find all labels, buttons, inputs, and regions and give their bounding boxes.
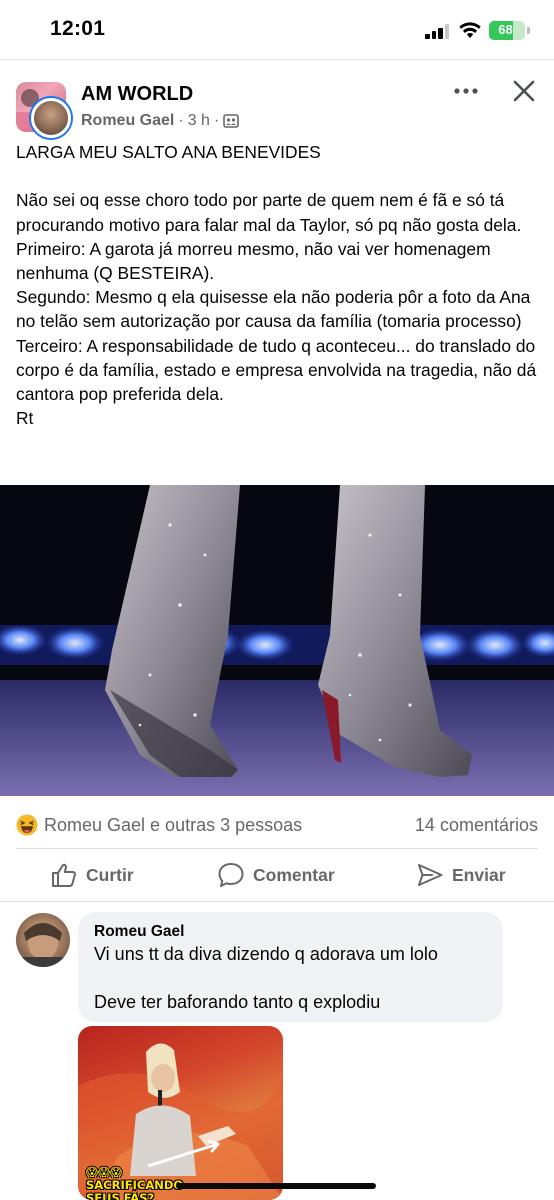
reactions-row: Romeu Gael e outras 3 pessoas 14 comentá… bbox=[16, 811, 538, 839]
like-label: Curtir bbox=[86, 864, 134, 885]
send-icon bbox=[418, 864, 443, 886]
send-label: Enviar bbox=[452, 864, 506, 885]
send-button[interactable]: Enviar bbox=[416, 860, 506, 890]
post-time[interactable]: 3 h bbox=[188, 112, 210, 130]
post-image[interactable] bbox=[0, 485, 554, 796]
divider bbox=[16, 848, 538, 849]
close-icon[interactable] bbox=[512, 79, 536, 103]
post-author[interactable]: Romeu Gael bbox=[81, 112, 174, 130]
commenter-avatar[interactable] bbox=[16, 913, 70, 967]
group-name[interactable]: AM WORLD bbox=[81, 83, 193, 106]
divider bbox=[0, 59, 554, 60]
comment-label: Comentar bbox=[253, 864, 335, 885]
reactions-text: Romeu Gael e outras 3 pessoas bbox=[44, 814, 303, 835]
comments-count[interactable]: 14 comentários bbox=[415, 815, 538, 836]
comment-icon bbox=[218, 863, 244, 887]
group-icon bbox=[223, 114, 240, 128]
reactions-summary[interactable]: Romeu Gael e outras 3 pessoas bbox=[16, 814, 302, 836]
comment-author[interactable]: Romeu Gael bbox=[94, 923, 184, 941]
meta-separator: · bbox=[178, 112, 184, 129]
more-options-icon[interactable] bbox=[453, 86, 479, 96]
like-button[interactable]: Curtir bbox=[50, 860, 134, 890]
author-avatar[interactable] bbox=[31, 98, 71, 138]
wifi-icon bbox=[459, 22, 481, 38]
status-bar: 12:01 68 bbox=[0, 0, 554, 58]
meta-separator: · bbox=[213, 112, 220, 129]
signal-icon bbox=[425, 24, 449, 39]
home-indicator[interactable] bbox=[176, 1183, 376, 1189]
post-actions: Curtir Comentar Enviar bbox=[0, 850, 554, 900]
comment-text: Vi uns tt da diva dizendo q adorava um l… bbox=[94, 944, 438, 1012]
like-icon bbox=[52, 863, 76, 887]
battery-cap bbox=[527, 27, 530, 34]
comment-image[interactable]: 😱😱😱 SACRIFICANDO SEUS FÃS? ENTENDA! bbox=[78, 1026, 283, 1200]
haha-icon bbox=[16, 814, 38, 836]
comment-button[interactable]: Comentar bbox=[217, 860, 335, 890]
comment-bubble: Romeu Gael Vi uns tt da diva dizendo q a… bbox=[78, 912, 503, 1022]
post-text: LARGA MEU SALTO ANA BENEVIDES Não sei oq… bbox=[16, 142, 537, 429]
battery-icon: 68 bbox=[489, 21, 525, 40]
battery-level: 68 bbox=[498, 22, 513, 37]
divider bbox=[0, 901, 554, 902]
post-meta: Romeu Gael · 3 h · bbox=[81, 112, 240, 130]
status-time: 12:01 bbox=[50, 17, 106, 40]
